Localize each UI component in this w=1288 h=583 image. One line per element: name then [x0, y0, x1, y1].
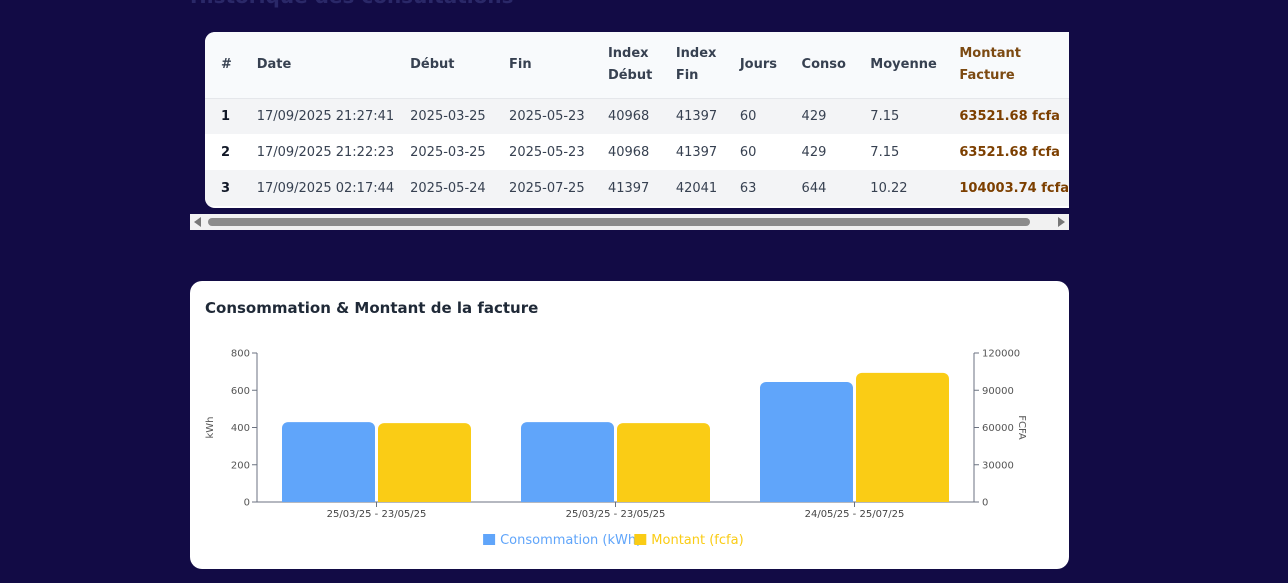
cell-date: 17/09/2025 02:17:44 — [256, 180, 395, 196]
section-title: Historique des consultations — [190, 0, 514, 8]
cell-jours: 60 — [739, 108, 757, 124]
bar — [856, 372, 949, 502]
header-date: Date — [256, 56, 292, 72]
header-jours: Jours — [739, 56, 777, 72]
x-tick-label: 25/03/25 - 23/05/25 — [327, 509, 427, 520]
bar-base — [282, 496, 375, 502]
header-index-fin: Index Fin — [675, 45, 717, 83]
header-num: # — [221, 56, 232, 72]
y-axis-label: kWh — [205, 416, 216, 438]
table-header-row: # Date Début Fin Index Début Index Fin Jou… — [205, 32, 1069, 98]
table-row: 3 17/09/2025 02:17:44 2025-05-24 2025-07… — [205, 170, 1069, 206]
horizontal-scrollbar[interactable] — [190, 214, 1069, 230]
history-table: # Date Début Fin Index Début Index Fin Jou… — [205, 32, 1069, 206]
bar — [282, 422, 375, 502]
bar-base — [378, 496, 471, 502]
cell-index-debut: 41397 — [607, 180, 650, 196]
cell-fin: 2025-05-23 — [509, 144, 585, 160]
bar-base — [521, 496, 614, 502]
cell-debut: 2025-03-25 — [410, 144, 486, 160]
cell-date: 17/09/2025 21:22:23 — [256, 144, 395, 160]
y2-tick-label: 120000 — [982, 349, 1020, 360]
bar-base — [760, 496, 853, 502]
cell-moyenne: 10.22 — [870, 180, 908, 196]
cell-index-fin: 42041 — [675, 180, 718, 196]
scroll-right-arrow-icon[interactable] — [1058, 217, 1065, 227]
bar — [521, 422, 614, 502]
cell-montant: 63521.68 fcfa — [959, 144, 1060, 160]
history-table-container[interactable]: # Date Début Fin Index Début Index Fin Jou… — [205, 32, 1069, 208]
y2-tick-label: 60000 — [982, 423, 1014, 434]
legend-label: Montant (fcfa) — [651, 533, 743, 548]
y-tick-label: 800 — [231, 349, 250, 360]
x-tick-label: 25/03/25 - 23/05/25 — [566, 509, 666, 520]
header-fin: Fin — [509, 56, 532, 72]
x-tick-label: 24/05/25 - 25/07/25 — [805, 509, 905, 520]
cell-conso: 644 — [801, 180, 827, 196]
cell-index-debut: 40968 — [607, 108, 650, 124]
y2-axis-label: FCFA — [1016, 415, 1027, 440]
header-montant: Montant Facture — [959, 45, 1021, 83]
cell-conso: 429 — [801, 108, 827, 124]
cell-index-debut: 40968 — [607, 144, 650, 160]
y-tick-label: 400 — [231, 423, 250, 434]
cell-montant: 104003.74 fcfa — [959, 180, 1069, 196]
scroll-left-arrow-icon[interactable] — [194, 217, 201, 227]
bar-base — [856, 496, 949, 502]
bar — [617, 423, 710, 502]
header-index-debut: Index Début — [607, 45, 653, 83]
cell-fin: 2025-07-25 — [509, 180, 585, 196]
cell-moyenne: 7.15 — [870, 108, 900, 124]
cell-jours: 63 — [739, 180, 757, 196]
header-conso: Conso — [801, 56, 846, 72]
cell-jours: 60 — [739, 144, 757, 160]
y2-tick-label: 30000 — [982, 460, 1014, 471]
bar — [378, 423, 471, 502]
table-row: 1 17/09/2025 21:27:41 2025-03-25 2025-05… — [205, 98, 1069, 134]
cell-num: 2 — [221, 144, 231, 160]
header-moyenne: Moyenne — [870, 56, 937, 72]
consumption-chart: 0 200 400 600 800 0 30000 60000 90000 120000 kWh FC… — [205, 349, 1027, 549]
bar-base — [617, 496, 710, 502]
header-debut: Début — [410, 56, 455, 72]
cell-num: 1 — [221, 108, 231, 124]
cell-moyenne: 7.15 — [870, 144, 900, 160]
cell-index-fin: 41397 — [675, 144, 718, 160]
legend-swatch — [483, 534, 496, 545]
cell-date: 17/09/2025 21:27:41 — [256, 108, 395, 124]
cell-index-fin: 41397 — [675, 108, 718, 124]
chart-card: Consommation & Montant de la facture 0 20… — [190, 281, 1069, 569]
table-row: 2 17/09/2025 21:22:23 2025-03-25 2025-05… — [205, 134, 1069, 170]
bar — [760, 382, 853, 502]
legend-swatch — [634, 534, 647, 545]
y-tick-label: 600 — [231, 386, 250, 397]
cell-conso: 429 — [801, 144, 827, 160]
cell-num: 3 — [221, 180, 231, 196]
y-tick-label: 0 — [244, 498, 250, 509]
cell-fin: 2025-05-23 — [509, 108, 585, 124]
cell-debut: 2025-03-25 — [410, 108, 486, 124]
cell-debut: 2025-05-24 — [410, 180, 486, 196]
legend-label: Consommation (kWh) — [500, 533, 641, 548]
scroll-thumb[interactable] — [208, 218, 1030, 226]
y2-tick-label: 90000 — [982, 386, 1014, 397]
cell-montant: 63521.68 fcfa — [959, 108, 1060, 124]
y2-tick-label: 0 — [982, 498, 988, 509]
y-tick-label: 200 — [231, 460, 250, 471]
